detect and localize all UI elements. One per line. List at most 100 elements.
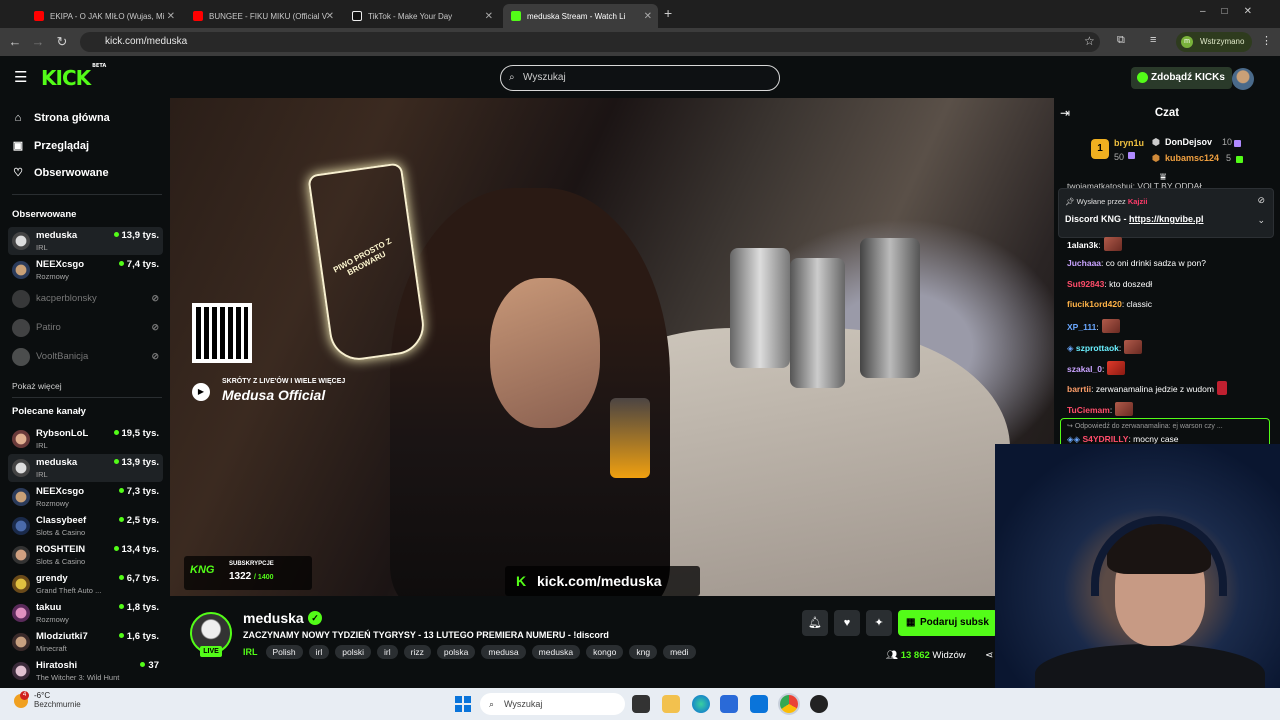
emote	[1216, 381, 1227, 395]
browser-menu-icon[interactable]: ⋮	[1261, 34, 1272, 47]
chrome-icon[interactable]	[780, 695, 798, 713]
tag[interactable]: kongo	[586, 645, 624, 659]
user-avatar[interactable]	[1232, 68, 1254, 90]
store-icon[interactable]	[720, 695, 738, 713]
bookmark-star-icon[interactable]: ☆	[1084, 34, 1095, 48]
tag[interactable]: Polish	[265, 645, 303, 659]
offline-icon: ⊘	[151, 322, 159, 332]
emote	[1101, 319, 1120, 333]
share-icon[interactable]: ⋖	[985, 650, 993, 661]
tag[interactable]: irl	[308, 645, 330, 659]
stream-info: LIVE meduska ✓ ZACZYNAMY NOWY TYDZIEŃ TY…	[170, 596, 1054, 688]
avatar	[12, 459, 30, 477]
tiktok-icon	[352, 11, 362, 21]
tag[interactable]: rizz	[403, 645, 431, 659]
sidebar-channel-neexcsgo[interactable]: NEEXcsgo Rozmowy 7,4 tys.	[8, 256, 163, 284]
badge-icon: ◈	[1067, 343, 1074, 353]
sidebar-channel-classybeef[interactable]: Classybeef Slots & Casino 2,5 tys.	[8, 512, 163, 540]
sidebar-channel-grendy[interactable]: grendy Grand Theft Auto ... 6,7 tys.	[8, 570, 163, 598]
browser-tab[interactable]: BUNGEE - FIKU MIKU (Official V ✕	[185, 4, 340, 28]
window-controls[interactable]: –□✕	[1200, 6, 1268, 17]
video-player[interactable]: PIWO PROSTO Z BROWARU ▶ SKRÓTY Z LIVE'ÓW…	[170, 98, 1054, 596]
offline-icon: ⊘	[151, 293, 159, 303]
extensions-icon[interactable]: ⧉	[1117, 34, 1125, 47]
unpin-icon[interactable]: ⊘	[1257, 195, 1265, 206]
notifications-button[interactable]: 🔔︎	[802, 610, 828, 636]
tag[interactable]: kng	[629, 645, 658, 659]
get-kicks-button[interactable]: Zdobądź KICKs	[1131, 67, 1232, 89]
follow-button[interactable]: ♥	[834, 610, 860, 636]
chat-message: Sut92843: kto doszedł	[1067, 279, 1153, 289]
heart-icon: ♥	[843, 617, 851, 629]
browse-icon: ▣	[12, 140, 24, 152]
hamburger-menu-icon[interactable]: ☰	[14, 68, 27, 86]
chat-message: XP_111:	[1067, 319, 1120, 333]
tag[interactable]: polska	[436, 645, 476, 659]
category-link[interactable]: IRL	[243, 647, 258, 657]
taskbar-search-input[interactable]: ⌕ Wyszukaj	[480, 693, 625, 715]
avatar	[12, 348, 30, 366]
weather-widget[interactable]: 4 -6°C Bezchmurnie	[14, 691, 81, 709]
followed-heading: Obserwowane	[12, 209, 77, 220]
discord-link[interactable]: https://kngvibe.pl	[1129, 214, 1204, 224]
media-icon[interactable]: ≡	[1150, 34, 1156, 46]
close-tab-icon[interactable]: ✕	[326, 11, 334, 22]
close-tab-icon[interactable]: ✕	[485, 11, 493, 22]
close-tab-icon[interactable]: ✕	[644, 11, 652, 22]
close-tab-icon[interactable]: ✕	[167, 11, 175, 22]
sidebar-channel-mlodziutki7[interactable]: Mlodziutki7 Minecraft 1,6 tys.	[8, 628, 163, 656]
sidebar-channel-hiratoshi[interactable]: Hiratoshi The Witcher 3: Wild Hunt 37	[8, 657, 163, 685]
verified-icon: ✓	[308, 611, 322, 625]
sidebar-channel-takuu[interactable]: takuu Rozmowy 1,8 tys.	[8, 599, 163, 627]
tag[interactable]: medusa	[481, 645, 526, 659]
tag[interactable]: polski	[335, 645, 371, 659]
tag[interactable]: meduska	[531, 645, 581, 659]
nav-browse[interactable]: ▣ Przeglądaj	[12, 139, 89, 153]
recommended-heading: Polecane kanały	[12, 406, 86, 417]
badge-icon: ◈◈	[1067, 434, 1081, 444]
new-tab-icon[interactable]: +	[664, 5, 672, 21]
nav-home[interactable]: ⌂ Strona główna	[12, 112, 110, 124]
offline-icon: ⊘	[151, 351, 159, 361]
gift-sub-button[interactable]: ▦ Podaruj subsk	[898, 610, 998, 636]
sidebar-channel-meduska[interactable]: meduska IRL 13,9 tys.	[8, 454, 163, 482]
browser-tab[interactable]: EKIPA - O JAK MIŁO (Wujas, Mi ✕	[26, 4, 181, 28]
sidebar-channel-neexcsgo[interactable]: NEEXcsgo Rozmowy 7,3 tys.	[8, 483, 163, 511]
nav-following[interactable]: ♡ Obserwowane	[12, 166, 109, 180]
file-explorer-icon[interactable]	[662, 695, 680, 713]
search-input[interactable]: ⌕ Wyszukaj	[500, 65, 780, 91]
task-view-icon[interactable]	[632, 695, 650, 713]
sidebar-channel-rybsonlol[interactable]: RybsonLoL IRL 19,5 tys.	[8, 425, 163, 453]
kick-logo[interactable]: KICK BETA	[41, 63, 106, 90]
sparkle-button[interactable]: ✦	[866, 610, 892, 636]
tag[interactable]: irl	[377, 645, 398, 659]
profile-avatar: m	[1181, 36, 1193, 48]
collapse-chat-icon[interactable]: ⇥	[1060, 106, 1070, 120]
avatar	[12, 604, 30, 622]
back-icon[interactable]: ←	[7, 34, 23, 49]
sidebar-channel-roshtein[interactable]: ROSHTEIN Slots & Casino 13,4 tys.	[8, 541, 163, 569]
profile-button[interactable]: m Wstrzymano	[1176, 32, 1253, 52]
tag[interactable]: medi	[663, 645, 696, 659]
app-icon[interactable]	[810, 695, 828, 713]
sidebar-channel-kacperblonsky[interactable]: kacperblonsky ⊘	[8, 285, 163, 313]
sidebar-channel-vooltbanicja[interactable]: VooltBanicja ⊘	[8, 343, 163, 371]
silver-medal-icon: ⬢	[1152, 137, 1160, 147]
divider	[12, 397, 162, 398]
rank-badge: 1	[1091, 139, 1109, 159]
show-more-link[interactable]: Pokaż więcej	[12, 381, 62, 391]
browser-tab[interactable]: TikTok - Make Your Day ✕	[344, 4, 499, 28]
sidebar-channel-patiro[interactable]: Patiro ⊘	[8, 314, 163, 342]
streamer-name[interactable]: meduska	[243, 610, 304, 626]
chevron-down-icon[interactable]: ⌄	[1257, 215, 1265, 226]
browser-tab-active[interactable]: meduska Stream - Watch Li ✕	[503, 4, 658, 28]
windows-start-icon[interactable]	[455, 696, 471, 712]
sidebar-channel-meduska[interactable]: meduska IRL 13,9 tys.	[8, 227, 163, 255]
reload-icon[interactable]: ↻	[54, 34, 70, 50]
outlook-icon[interactable]	[750, 695, 768, 713]
forward-icon[interactable]: →	[30, 34, 46, 49]
notification-badge: 4	[20, 691, 29, 700]
url-field[interactable]: kick.com/meduska	[80, 32, 1100, 52]
edge-icon[interactable]	[692, 695, 710, 713]
shaker	[860, 238, 920, 378]
